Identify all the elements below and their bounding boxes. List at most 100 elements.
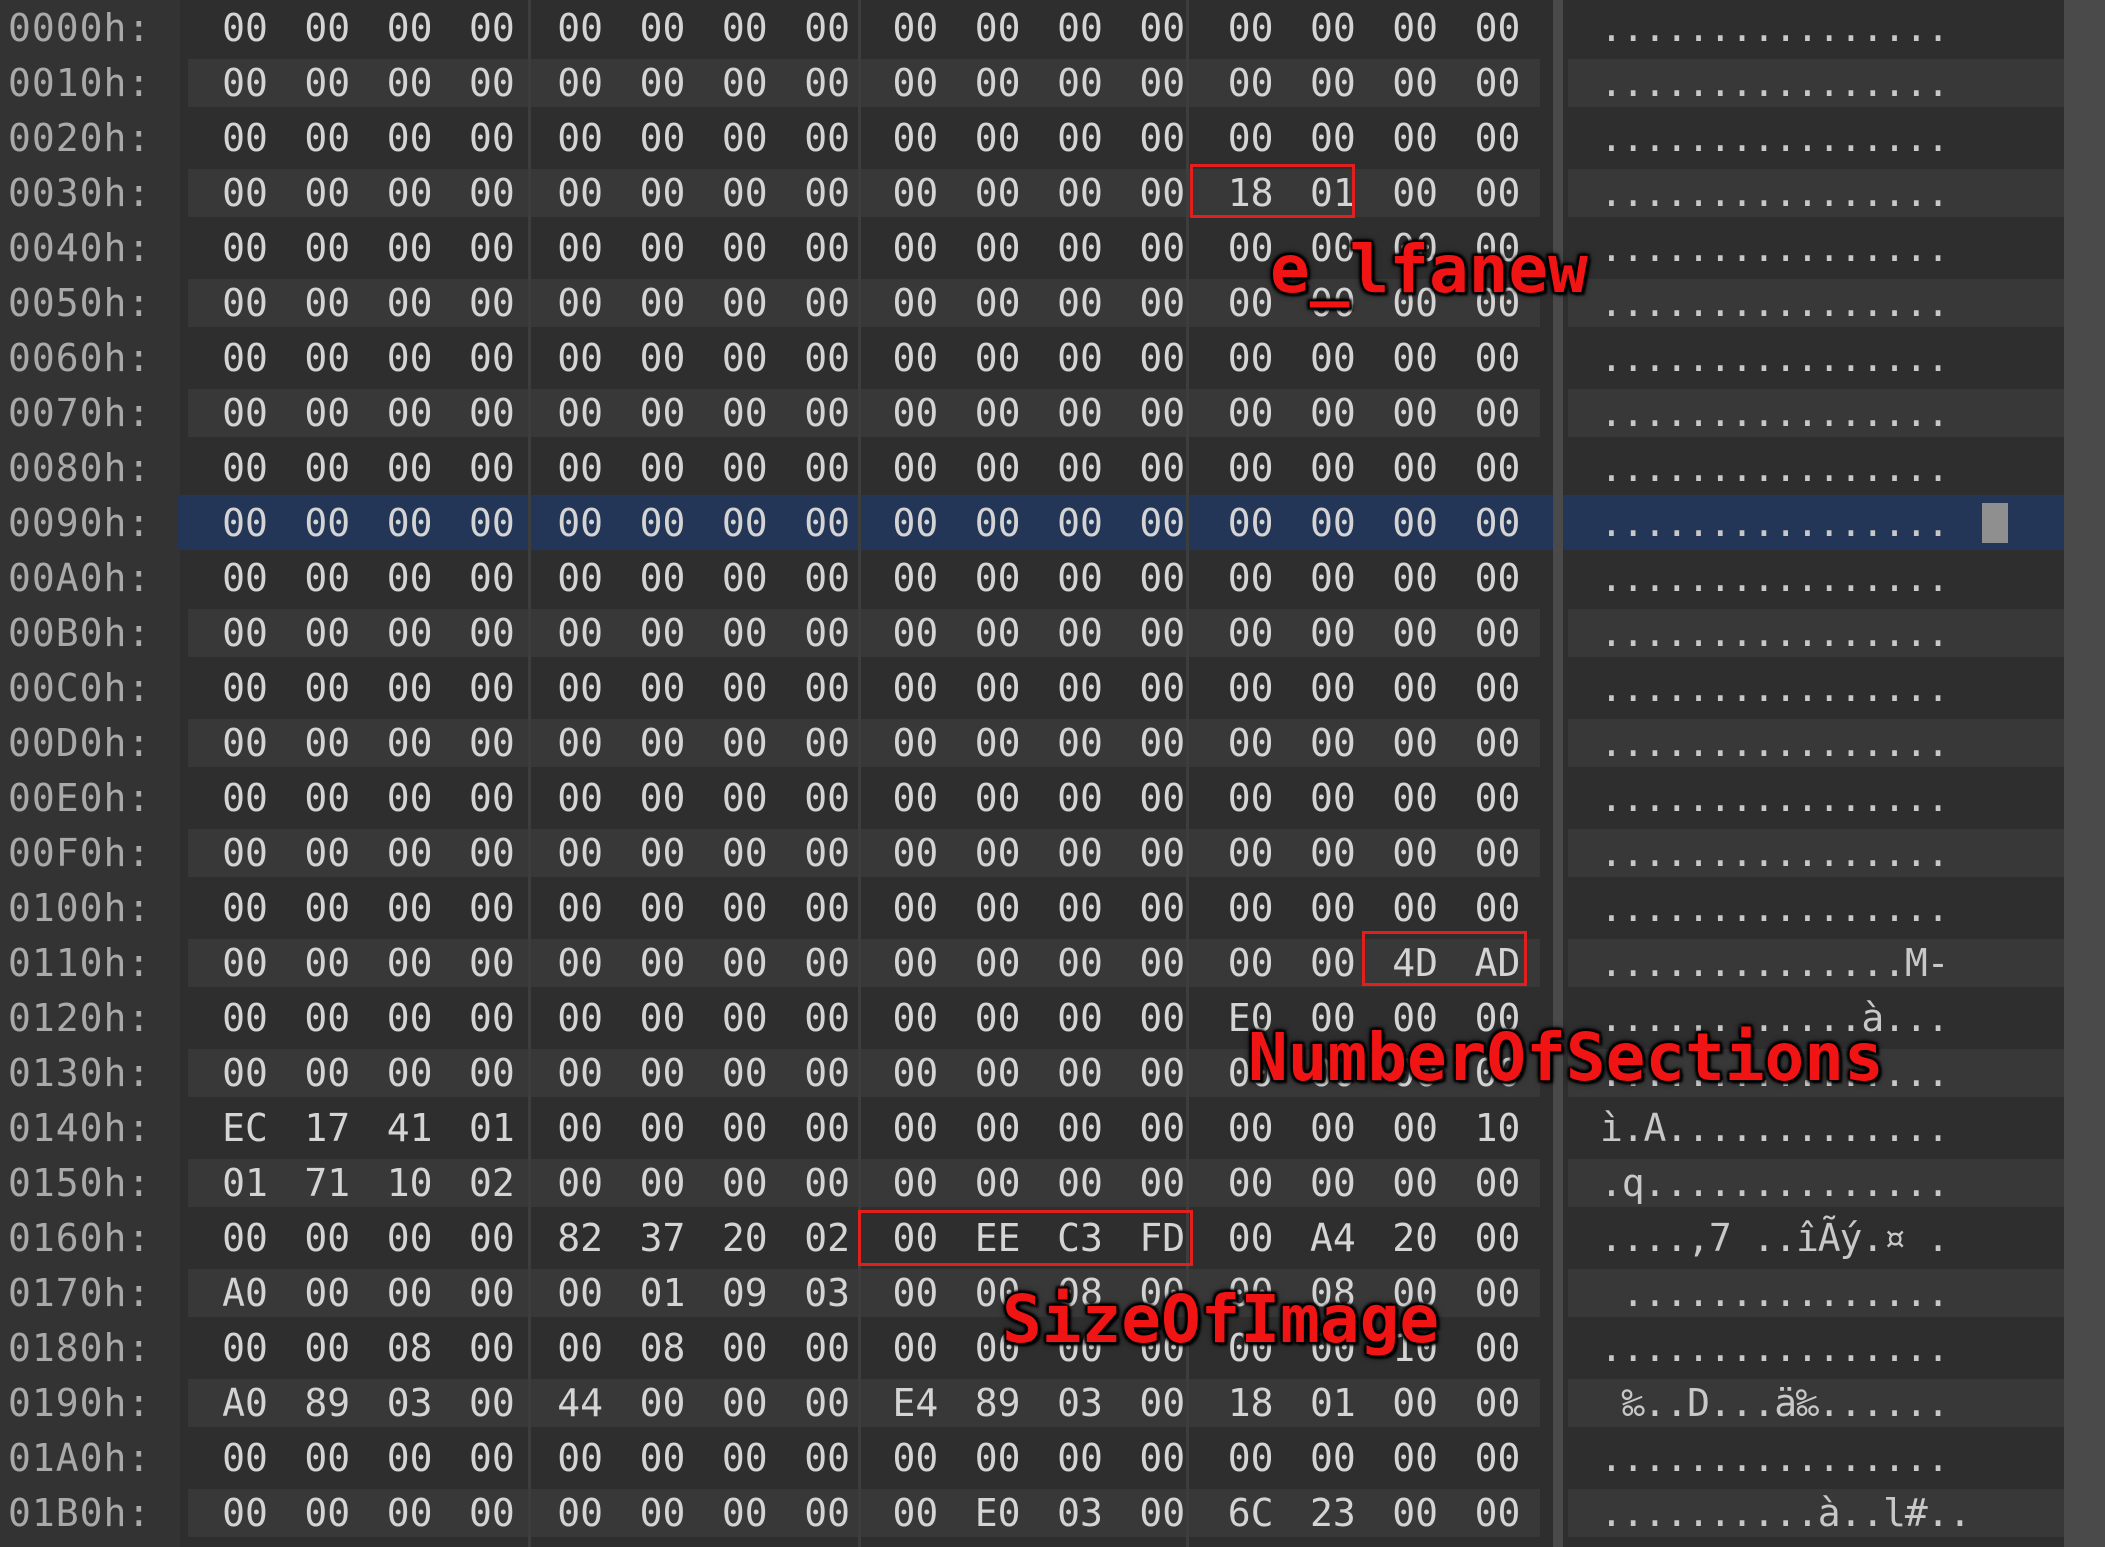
hex-byte[interactable]: 00	[375, 831, 445, 875]
table-row[interactable]: 0060h: 00 00 00 00 00 00 00 00 00 00 00 00 00 00 00 00..…	[0, 330, 2064, 385]
hex-byte[interactable]: 00	[710, 226, 780, 270]
hex-byte[interactable]: 00	[880, 116, 950, 160]
hex-byte[interactable]: 00	[1045, 61, 1115, 105]
hex-byte[interactable]: 00	[545, 941, 615, 985]
hex-byte[interactable]: 00	[1045, 1106, 1115, 1150]
hex-byte[interactable]: 00	[792, 721, 862, 765]
hex-byte[interactable]: 00	[457, 1216, 527, 1260]
hex-byte[interactable]: 00	[210, 171, 280, 215]
hex-byte[interactable]: 00	[963, 281, 1033, 325]
hex-byte[interactable]: 00	[375, 556, 445, 600]
hex-byte[interactable]: 00	[1216, 1436, 1286, 1480]
hex-byte[interactable]: 00	[628, 666, 698, 710]
hex-byte[interactable]: 00	[1216, 831, 1286, 875]
hex-byte[interactable]: 00	[1463, 446, 1533, 490]
hex-byte[interactable]: 00	[292, 171, 362, 215]
hex-byte[interactable]: 00	[375, 446, 445, 490]
hex-byte[interactable]: 03	[1045, 1381, 1115, 1425]
ascii-text[interactable]: ..............M-	[1600, 941, 2040, 985]
ascii-text[interactable]: ...............	[1600, 1271, 2040, 1315]
hex-byte[interactable]: 00	[210, 1436, 280, 1480]
hex-byte[interactable]: 00	[1045, 1161, 1115, 1205]
hex-byte[interactable]: 89	[292, 1381, 362, 1425]
hex-byte[interactable]: 00	[1216, 501, 1286, 545]
hex-byte[interactable]: 00	[457, 281, 527, 325]
hex-byte[interactable]: 02	[792, 1216, 862, 1260]
hex-byte[interactable]: 00	[792, 281, 862, 325]
hex-byte[interactable]: 00	[1045, 446, 1115, 490]
hex-byte[interactable]: 00	[963, 226, 1033, 270]
hex-byte[interactable]: 00	[628, 831, 698, 875]
hex-byte[interactable]: 00	[792, 501, 862, 545]
table-row[interactable]: 00F0h: 00 00 00 00 00 00 00 00 00 00 00 00 00 00 00 00..…	[0, 825, 2064, 880]
hex-byte[interactable]: 00	[1045, 1436, 1115, 1480]
hex-byte[interactable]: 00	[375, 281, 445, 325]
hex-byte[interactable]: 00	[963, 831, 1033, 875]
hex-byte[interactable]: 00	[880, 996, 950, 1040]
ascii-text[interactable]: ................	[1600, 1326, 2040, 1370]
hex-byte[interactable]: 00	[1298, 941, 1368, 985]
hex-byte[interactable]: 00	[292, 1051, 362, 1095]
hex-byte[interactable]: 00	[792, 391, 862, 435]
hex-byte[interactable]: 00	[1045, 501, 1115, 545]
hex-byte[interactable]: 00	[210, 611, 280, 655]
hex-byte[interactable]: 00	[963, 666, 1033, 710]
hex-byte[interactable]: 00	[210, 336, 280, 380]
hex-byte[interactable]: 00	[792, 996, 862, 1040]
hex-byte[interactable]: 00	[628, 336, 698, 380]
hex-byte[interactable]: 00	[457, 886, 527, 930]
hex-byte[interactable]: 82	[545, 1216, 615, 1260]
hex-byte[interactable]: 00	[1463, 1161, 1533, 1205]
table-row[interactable]: 00E0h: 00 00 00 00 00 00 00 00 00 00 00 00 00 00 00 00..…	[0, 770, 2064, 825]
hex-byte[interactable]: 00	[880, 721, 950, 765]
hex-byte[interactable]: 00	[545, 226, 615, 270]
ascii-text[interactable]: ................	[1600, 501, 2040, 545]
hex-byte[interactable]: 02	[457, 1161, 527, 1205]
hex-byte[interactable]: 00	[1380, 1491, 1450, 1535]
hex-byte[interactable]: 00	[880, 336, 950, 380]
hex-byte[interactable]: 00	[628, 1106, 698, 1150]
hex-byte[interactable]: 00	[545, 721, 615, 765]
hex-byte[interactable]: 00	[792, 61, 862, 105]
hex-byte[interactable]: 00	[375, 1491, 445, 1535]
hex-byte[interactable]: 00	[1463, 336, 1533, 380]
hex-byte[interactable]: 00	[1463, 501, 1533, 545]
table-row[interactable]: 00C0h: 00 00 00 00 00 00 00 00 00 00 00 00 00 00 00 00..…	[0, 660, 2064, 715]
hex-byte[interactable]: 08	[628, 1326, 698, 1370]
ascii-text[interactable]: ................	[1600, 611, 2040, 655]
hex-byte[interactable]: 00	[628, 226, 698, 270]
hex-byte[interactable]: 00	[710, 501, 780, 545]
hex-byte[interactable]: 00	[792, 1326, 862, 1370]
hex-byte[interactable]: 00	[1298, 611, 1368, 655]
hex-byte[interactable]: 00	[1380, 116, 1450, 160]
hex-byte[interactable]: 00	[1380, 831, 1450, 875]
hex-byte[interactable]: 00	[210, 391, 280, 435]
hex-byte[interactable]: 00	[1463, 6, 1533, 50]
hex-byte[interactable]: 00	[710, 1381, 780, 1425]
hex-byte[interactable]: 00	[1045, 6, 1115, 50]
hex-byte[interactable]: 00	[1045, 831, 1115, 875]
hex-byte[interactable]: 00	[545, 446, 615, 490]
hex-byte[interactable]: 00	[292, 1326, 362, 1370]
hex-byte[interactable]: 00	[1216, 556, 1286, 600]
hex-byte[interactable]: 00	[792, 611, 862, 655]
hex-byte[interactable]: 00	[375, 611, 445, 655]
hex-byte[interactable]: 01	[1298, 1381, 1368, 1425]
hex-byte[interactable]: 00	[1380, 61, 1450, 105]
hex-byte[interactable]: 00	[292, 391, 362, 435]
hex-byte[interactable]: 00	[210, 226, 280, 270]
hex-byte[interactable]: 00	[792, 1436, 862, 1480]
hex-byte[interactable]: 00	[710, 446, 780, 490]
hex-byte[interactable]: 00	[210, 1216, 280, 1260]
hex-byte[interactable]: 00	[210, 721, 280, 765]
hex-byte[interactable]: 00	[710, 611, 780, 655]
hex-byte[interactable]: 00	[792, 6, 862, 50]
hex-byte[interactable]: 00	[1045, 116, 1115, 160]
hex-byte[interactable]: 00	[375, 1271, 445, 1315]
table-row[interactable]: 0080h: 00 00 00 00 00 00 00 00 00 00 00 00 00 00 00 00..…	[0, 440, 2064, 495]
hex-byte[interactable]: 00	[292, 941, 362, 985]
hex-byte[interactable]: 00	[457, 501, 527, 545]
hex-byte[interactable]: 00	[1298, 831, 1368, 875]
hex-byte[interactable]: 00	[1463, 831, 1533, 875]
hex-byte[interactable]: 00	[792, 776, 862, 820]
